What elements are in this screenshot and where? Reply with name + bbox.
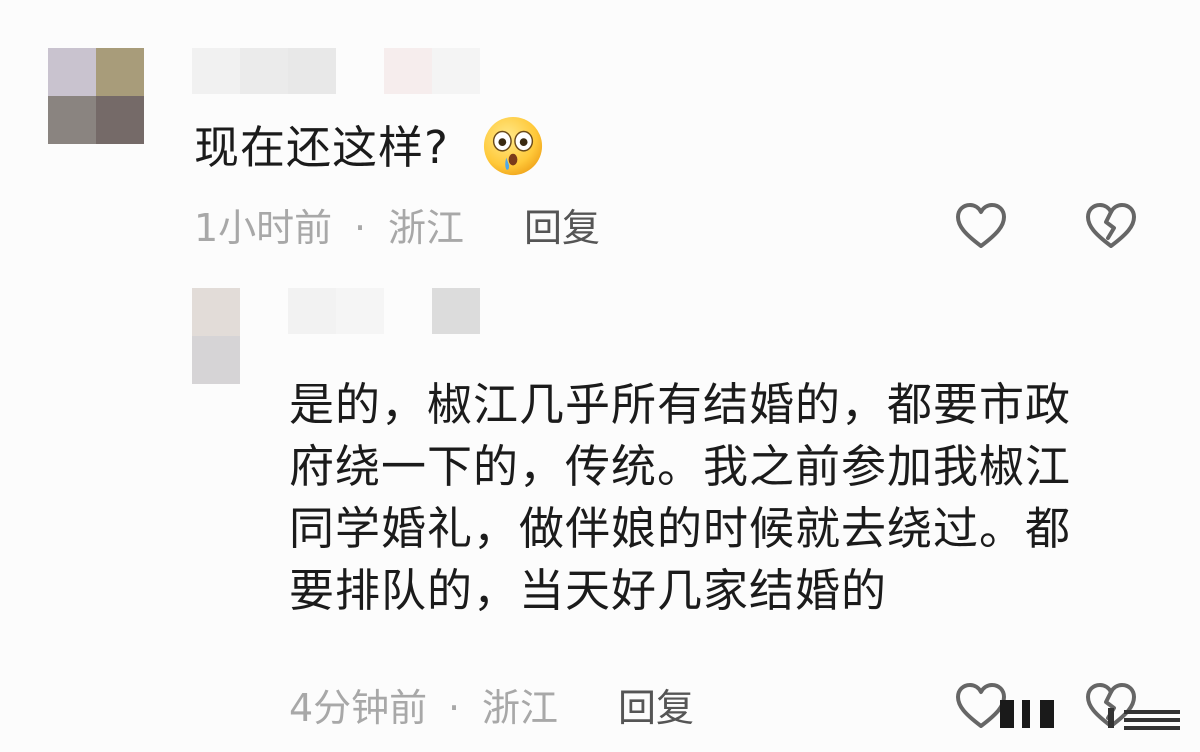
avatar[interactable] [48, 48, 144, 144]
comment-line: 要排队的，当天好几家结婚的 [289, 564, 888, 617]
comment-time: 1小时前 [194, 206, 333, 250]
username-blurred[interactable] [192, 48, 482, 94]
comment-text: 现在还这样? [194, 121, 449, 174]
comment-text: 是的，椒江几乎所有结婚的，都要市政 府绕一下的，传统。我之前参加我椒江 同学婚礼… [289, 374, 1169, 622]
comment-line: 是的，椒江几乎所有结婚的，都要市政 [289, 378, 1072, 431]
comment-line: 同学婚礼，做伴娘的时候就去绕过。都 [289, 502, 1072, 555]
heart-outline-icon[interactable] [955, 202, 1007, 250]
avatar[interactable] [192, 288, 240, 384]
comment-line: 府绕一下的，传统。我之前参加我椒江 [289, 440, 1072, 493]
reply-button[interactable]: 回复 [618, 686, 694, 730]
comment-location: 浙江 [388, 206, 465, 250]
comment-time: 4分钟前 [289, 686, 428, 730]
broken-heart-icon[interactable] [1085, 202, 1137, 250]
reply-button[interactable]: 回复 [524, 206, 600, 250]
meta-separator: · [354, 206, 367, 250]
astonished-face-icon [483, 116, 543, 176]
username-blurred[interactable] [288, 288, 480, 334]
menu-lines-icon[interactable] [1000, 700, 1190, 740]
meta-separator: · [448, 686, 461, 730]
comment-location: 浙江 [482, 686, 559, 730]
